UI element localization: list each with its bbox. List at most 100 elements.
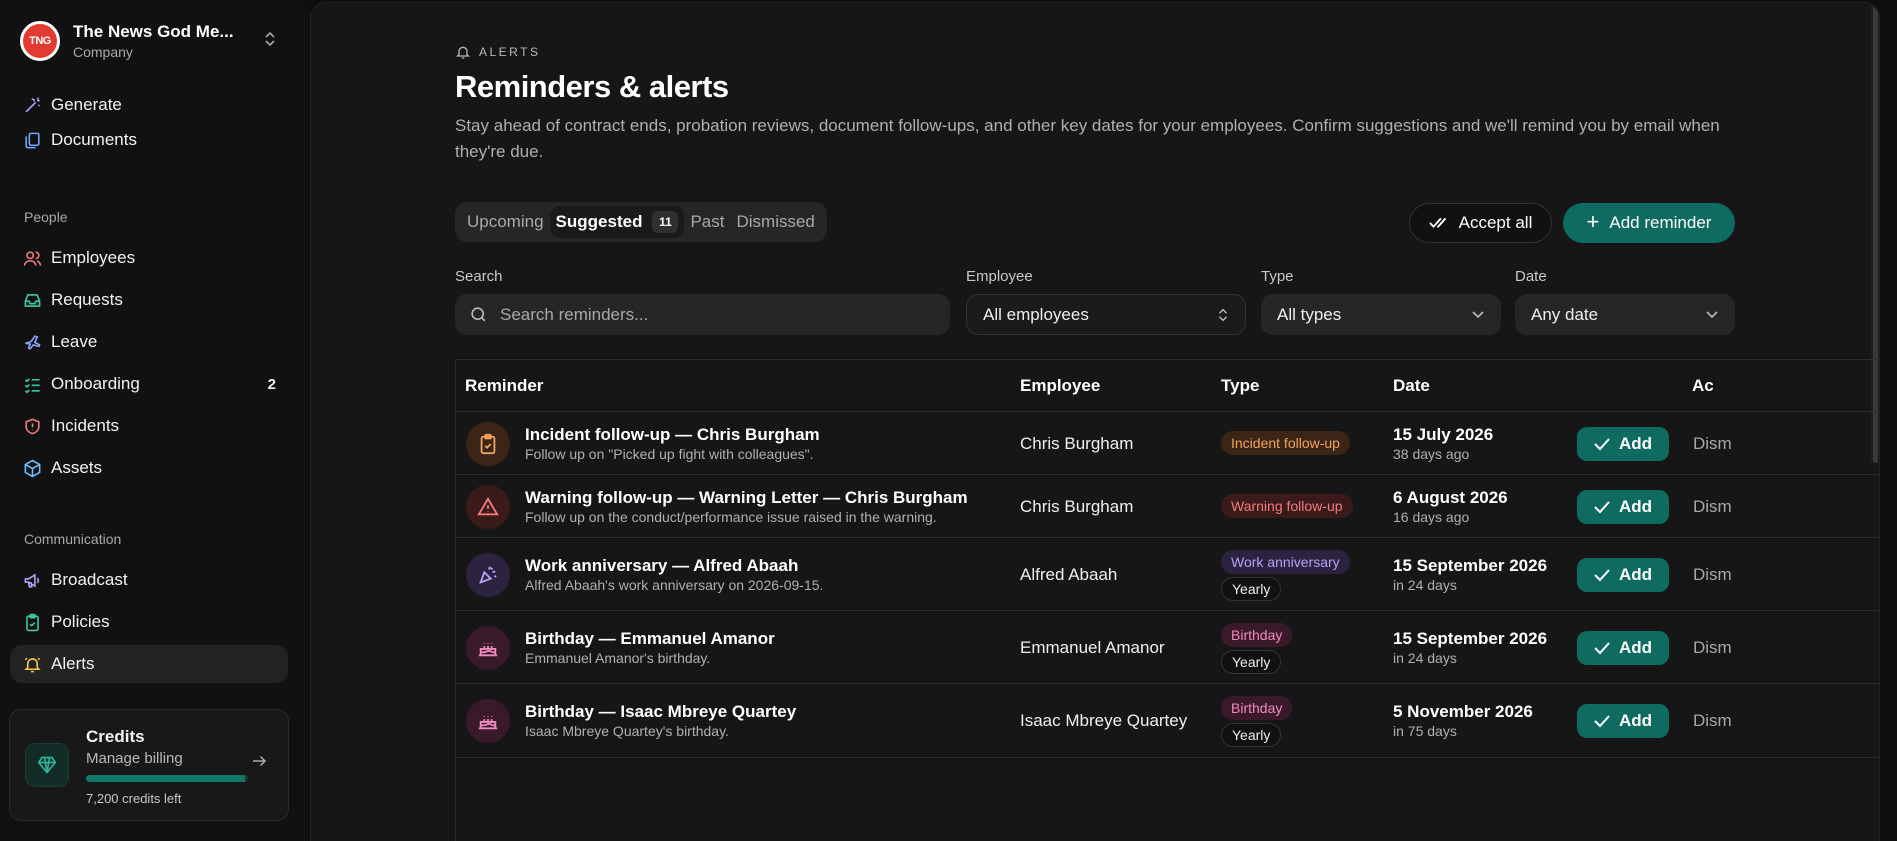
search-icon (471, 307, 486, 322)
reminder-title: Incident follow-up — Chris Burgham (525, 425, 820, 444)
table-row: Incident follow-up — Chris Burgham Follo… (456, 412, 1879, 475)
add-button[interactable]: Add (1577, 704, 1669, 738)
reminder-subtitle: Follow up on "Picked up fight with colle… (525, 446, 814, 462)
column-header-employee[interactable]: Employee (1020, 376, 1100, 396)
reminder-relative-date: in 75 days (1393, 723, 1457, 739)
add-button[interactable]: Add (1577, 631, 1669, 665)
credits-progress-fill (86, 775, 245, 782)
reminder-tabs: Upcoming Suggested 11 Past Dismissed (455, 202, 827, 242)
sidebar-item-label: Generate (51, 95, 122, 114)
tab-suggested[interactable]: Suggested 11 (549, 206, 685, 238)
add-reminder-button[interactable]: + Add reminder (1563, 203, 1735, 243)
check-icon (1594, 715, 1610, 728)
column-header-type[interactable]: Type (1221, 376, 1259, 396)
search-box (455, 294, 950, 335)
sidebar-item-label: Documents (51, 130, 137, 149)
add-button[interactable]: Add (1577, 558, 1669, 592)
company-type: Company (73, 44, 133, 60)
add-button[interactable]: Add (1577, 490, 1669, 524)
sidebar-item-policies[interactable]: Policies (10, 603, 288, 641)
sidebar-item-assets[interactable]: Assets (10, 449, 288, 487)
type-select[interactable]: All types (1261, 294, 1501, 335)
recurrence-badge: Yearly (1221, 723, 1282, 747)
date-select[interactable]: Any date (1515, 294, 1735, 335)
sidebar-item-incidents[interactable]: Incidents (10, 407, 288, 445)
double-check-icon (1428, 217, 1446, 229)
section-label-communication: Communication (24, 531, 122, 547)
reminder-employee: Chris Burgham (1020, 497, 1134, 516)
tab-past[interactable]: Past (684, 206, 730, 238)
sidebar-item-alerts[interactable]: Alerts (10, 645, 288, 683)
recurrence-badge: Yearly (1221, 577, 1282, 601)
reminder-employee: Isaac Mbreye Quartey (1020, 711, 1188, 730)
party-popper-icon (466, 553, 510, 597)
dismiss-button[interactable]: Dism (1693, 497, 1732, 517)
sidebar-item-leave[interactable]: Leave (10, 323, 288, 361)
reminder-title: Warning follow-up — Warning Letter — Chr… (525, 488, 968, 507)
clipboard-icon (466, 422, 510, 466)
chevron-up-down-icon (264, 30, 276, 49)
check-icon (1594, 438, 1610, 451)
sidebar-item-onboarding[interactable]: Onboarding 2 (10, 365, 288, 403)
dismiss-button[interactable]: Dism (1693, 638, 1732, 658)
arrow-right-icon (250, 752, 268, 775)
reminders-table: Reminder Employee Type Date Ac Incident … (455, 359, 1879, 841)
users-icon (22, 248, 42, 268)
inbox-icon (22, 290, 42, 310)
tab-upcoming[interactable]: Upcoming (461, 206, 550, 238)
sidebar-item-requests[interactable]: Requests (10, 281, 288, 319)
column-header-actions: Ac (1692, 376, 1714, 395)
main-panel: ALERTS Reminders & alerts Stay ahead of … (310, 2, 1880, 841)
reminder-title: Work anniversary — Alfred Abaah (525, 556, 799, 575)
box-icon (22, 458, 42, 478)
manage-billing-link[interactable]: Manage billing (86, 750, 183, 767)
sidebar: TNG The News God Me... Company Generate … (0, 0, 305, 841)
search-input[interactable] (500, 304, 920, 325)
table-row: Birthday — Emmanuel Amanor Emmanuel Aman… (456, 611, 1879, 684)
page-title: Reminders & alerts (455, 69, 729, 104)
bell-icon (22, 654, 42, 674)
reminder-subtitle: Isaac Mbreye Quartey's birthday. (525, 723, 729, 739)
recurrence-badge: Yearly (1221, 650, 1282, 674)
sidebar-item-employees[interactable]: Employees (10, 239, 288, 277)
tab-dismissed[interactable]: Dismissed (730, 206, 820, 238)
type-badge: Warning follow-up (1221, 494, 1353, 518)
reminder-relative-date: in 24 days (1393, 577, 1457, 593)
checklist-icon (22, 374, 42, 394)
credits-progress-bar (86, 775, 248, 782)
plane-icon (22, 332, 42, 352)
column-header-reminder[interactable]: Reminder (465, 376, 543, 396)
reminder-date: 5 November 2026 (1393, 702, 1533, 721)
warning-triangle-icon (466, 485, 510, 529)
company-switcher[interactable]: TNG The News God Me... Company (20, 18, 290, 64)
reminder-date: 6 August 2026 (1393, 488, 1508, 507)
table-header: Reminder Employee Type Date Ac (456, 360, 1879, 412)
table-row: Work anniversary — Alfred Abaah Alfred A… (456, 538, 1879, 611)
sidebar-item-label: Assets (51, 458, 103, 477)
dismiss-button[interactable]: Dism (1693, 565, 1732, 585)
credits-card[interactable]: Credits Manage billing 7,200 credits lef… (9, 709, 289, 821)
reminder-employee: Emmanuel Amanor (1020, 638, 1165, 657)
dismiss-button[interactable]: Dism (1693, 434, 1732, 454)
sidebar-item-documents[interactable]: Documents (10, 121, 288, 159)
sidebar-item-generate[interactable]: Generate (10, 86, 288, 124)
reminder-date: 15 July 2026 (1393, 425, 1494, 444)
sidebar-item-label: Alerts (51, 654, 95, 673)
employee-select[interactable]: All employees (966, 294, 1246, 335)
check-icon (1594, 501, 1610, 514)
reminder-date: 15 September 2026 (1393, 556, 1548, 575)
page-eyebrow: ALERTS (455, 44, 540, 60)
dismiss-button[interactable]: Dism (1693, 711, 1732, 731)
column-header-date[interactable]: Date (1393, 376, 1430, 396)
reminder-subtitle: Alfred Abaah's work anniversary on 2026-… (525, 577, 824, 593)
check-icon (1594, 642, 1610, 655)
section-label-people: People (24, 209, 68, 225)
type-badge: Work anniversary (1221, 550, 1350, 574)
reminder-employee: Chris Burgham (1020, 434, 1134, 453)
clipboard-check-icon (22, 612, 42, 632)
add-button[interactable]: Add (1577, 427, 1669, 461)
accept-all-button[interactable]: Accept all (1409, 203, 1552, 243)
type-filter-label: Type (1261, 268, 1294, 285)
diamond-icon (25, 743, 69, 787)
sidebar-item-broadcast[interactable]: Broadcast (10, 561, 288, 599)
